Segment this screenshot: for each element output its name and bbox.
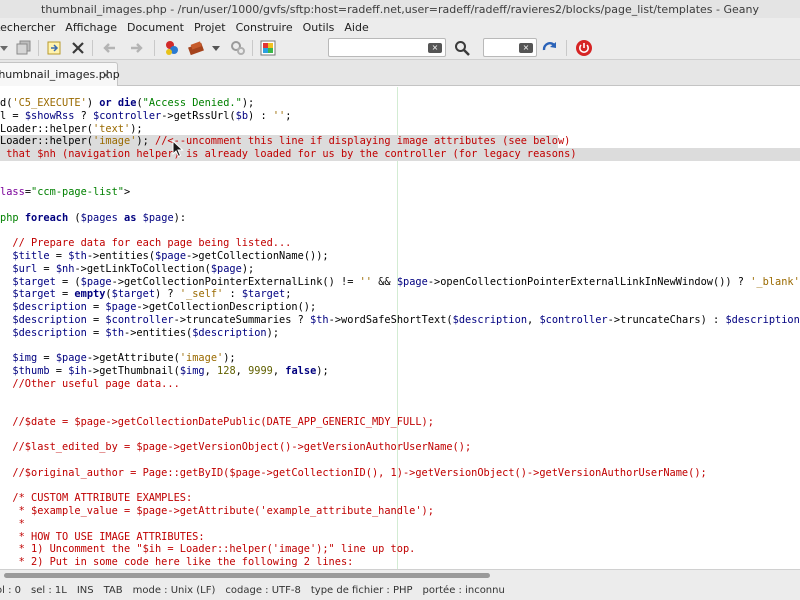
code-line[interactable]: //$original_author = Page::getByID($page…	[0, 467, 800, 480]
build-icon[interactable]	[186, 38, 206, 58]
status-scope: portée : inconnu	[422, 584, 505, 596]
status-line-endings: mode : Unix (LF)	[132, 584, 216, 596]
code-line[interactable]: lass="ccm-page-list">	[0, 186, 800, 199]
status-filetype: type de fichier : PHP	[310, 584, 413, 596]
code-line[interactable]: * 2) Put in some code here like the foll…	[0, 556, 800, 569]
code-line[interactable]: $target = ($page->getCollectionPointerEx…	[0, 276, 800, 289]
goto-line-icon[interactable]	[540, 38, 560, 58]
status-bar: ol : 0 sel : 1L INS TAB mode : Unix (LF)…	[0, 580, 800, 600]
tab-thumbnail-images[interactable]: thumbnail_images.php ×	[0, 62, 120, 86]
search-icon[interactable]	[452, 38, 472, 58]
window-title: thumbnail_images.php - /run/user/1000/gv…	[41, 2, 759, 16]
code-line[interactable]: $description = $controller->truncateSumm…	[0, 314, 800, 327]
code-line[interactable]	[0, 339, 800, 352]
forward-icon[interactable]	[126, 38, 146, 58]
save-dropdown-icon[interactable]	[0, 38, 14, 58]
code-line[interactable]: $img = $page->getAttribute('image');	[0, 352, 800, 365]
goto-line-input[interactable]: ×	[483, 38, 537, 57]
tab-close-icon[interactable]: ×	[99, 68, 113, 82]
menu-outils[interactable]: Outils	[298, 21, 340, 34]
code-line[interactable]: php foreach ($pages as $page):	[0, 212, 800, 225]
build-dropdown-icon[interactable]	[206, 38, 226, 58]
menu-aide[interactable]: Aide	[339, 21, 373, 34]
status-selection: sel : 1L	[31, 584, 67, 596]
horizontal-scrollbar[interactable]	[0, 569, 800, 580]
scrollbar-thumb[interactable]	[4, 573, 490, 578]
code-line[interactable]: l = $showRss ? $controller->getRssUrl($b…	[0, 110, 800, 123]
compile-icon[interactable]	[162, 38, 182, 58]
code-line[interactable]: * 1) Uncomment the "$ih = Loader::helper…	[0, 543, 800, 556]
color-chooser-icon[interactable]	[258, 38, 278, 58]
code-line[interactable]	[0, 454, 800, 467]
document-tab-bar: thumbnail_images.php ×	[0, 60, 800, 86]
code-editor[interactable]: d('C5_EXECUTE') or die("Access Denied.")…	[0, 87, 800, 569]
code-line[interactable]	[0, 174, 800, 187]
code-line[interactable]: that $nh (navigation helper) is already …	[0, 148, 800, 161]
menu-rechercher[interactable]: Rechercher	[0, 21, 60, 34]
toolbar: × ×	[0, 36, 800, 60]
clear-search-icon[interactable]: ×	[428, 43, 442, 53]
code-line[interactable]: * HOW TO USE IMAGE ATTRIBUTES:	[0, 531, 800, 544]
back-icon[interactable]	[100, 38, 120, 58]
status-insert-mode: INS	[76, 584, 94, 596]
code-line[interactable]: $description = $page->getCollectionDescr…	[0, 301, 800, 314]
menu-construire[interactable]: Construire	[231, 21, 298, 34]
code-line[interactable]: //$date = $page->getCollectionDatePublic…	[0, 416, 800, 429]
status-column: ol : 0	[0, 584, 21, 596]
code-line[interactable]	[0, 199, 800, 212]
status-encoding: codage : UTF-8	[225, 584, 301, 596]
status-indent-mode: TAB	[103, 584, 123, 596]
code-line[interactable]: d('C5_EXECUTE') or die("Access Denied.")…	[0, 97, 800, 110]
save-all-icon[interactable]	[14, 38, 34, 58]
code-line[interactable]: *	[0, 518, 800, 531]
mouse-pointer-icon	[172, 140, 184, 158]
code-line[interactable]: $title = $th->entities($page->getCollect…	[0, 250, 800, 263]
menu-document[interactable]: Document	[122, 21, 189, 34]
code-line[interactable]: //$last_edited_by = $page->getVersionObj…	[0, 441, 800, 454]
clear-goto-icon[interactable]: ×	[519, 43, 533, 53]
menu-projet[interactable]: Projet	[189, 21, 231, 34]
code-line[interactable]: /* CUSTOM ATTRIBUTE EXAMPLES:	[0, 492, 800, 505]
menu-affichage[interactable]: Affichage	[60, 21, 122, 34]
code-line[interactable]	[0, 390, 800, 403]
menu-bar: Rechercher Affichage Document Projet Con…	[0, 18, 800, 36]
window-titlebar: thumbnail_images.php - /run/user/1000/gv…	[0, 0, 800, 18]
quit-icon[interactable]	[574, 38, 594, 58]
code-line[interactable]	[0, 403, 800, 416]
code-line[interactable]	[0, 429, 800, 442]
code-line[interactable]: $description = $th->entities($descriptio…	[0, 327, 800, 340]
code-line[interactable]	[0, 161, 800, 174]
code-line[interactable]	[0, 225, 800, 238]
code-line[interactable]: $target = empty($target) ? '_self' : $ta…	[0, 288, 800, 301]
code-line[interactable]: //Other useful page data...	[0, 378, 800, 391]
code-line[interactable]: * $example_value = $page->getAttribute('…	[0, 505, 800, 518]
close-icon[interactable]	[68, 38, 88, 58]
execute-icon[interactable]	[228, 38, 248, 58]
search-input[interactable]: ×	[328, 38, 446, 57]
code-line[interactable]: Loader::helper('text');	[0, 123, 800, 136]
revert-icon[interactable]	[44, 38, 64, 58]
code-line[interactable]: $url = $nh->getLinkToCollection($page);	[0, 263, 800, 276]
code-line[interactable]: Loader::helper('image'); //<--uncomment …	[0, 135, 570, 149]
code-line[interactable]: // Prepare data for each page being list…	[0, 237, 800, 250]
code-line[interactable]	[0, 480, 800, 493]
code-line[interactable]: $thumb = $ih->getThumbnail($img, 128, 99…	[0, 365, 800, 378]
